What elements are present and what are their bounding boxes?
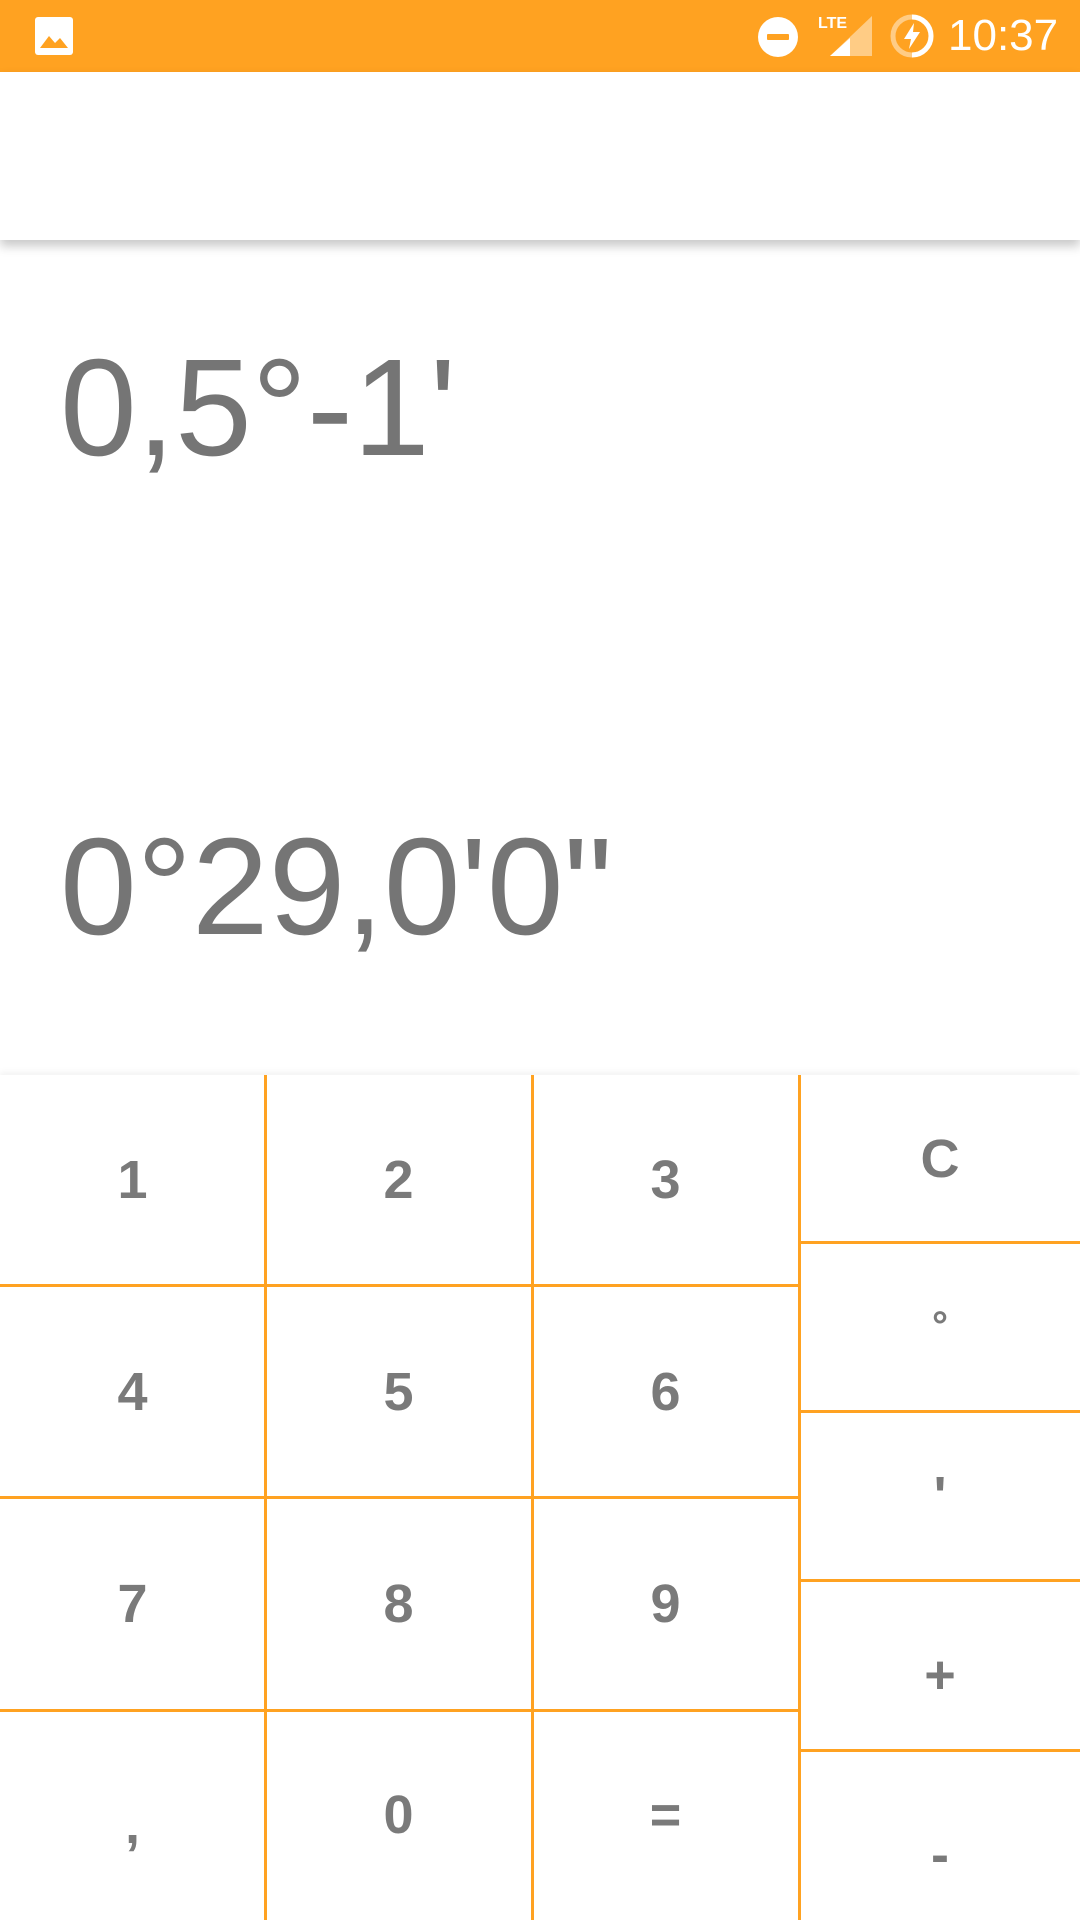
key-8[interactable]: 8 bbox=[265, 1498, 532, 1710]
key-clear[interactable]: C bbox=[800, 1075, 1080, 1242]
grid-divider bbox=[0, 1284, 798, 1287]
key-2[interactable]: 2 bbox=[265, 1075, 532, 1285]
app-bar bbox=[0, 72, 1080, 240]
grid-divider bbox=[800, 1749, 1080, 1752]
key-minus[interactable]: - bbox=[800, 1750, 1080, 1920]
key-minute[interactable]: ' bbox=[800, 1411, 1080, 1580]
key-3[interactable]: 3 bbox=[532, 1075, 799, 1285]
status-time: 10:37 bbox=[948, 11, 1059, 60]
key-plus[interactable]: + bbox=[800, 1580, 1080, 1750]
key-6[interactable]: 6 bbox=[532, 1285, 799, 1498]
key-5[interactable]: 5 bbox=[265, 1285, 532, 1498]
do-not-disturb-icon bbox=[758, 17, 798, 57]
result-text: 0°29,0'0" bbox=[60, 810, 613, 964]
key-4[interactable]: 4 bbox=[0, 1285, 265, 1498]
calculator-display: 0,5°-1' 0°29,0'0" bbox=[0, 240, 1080, 1075]
gallery-icon bbox=[35, 17, 73, 55]
expression-text: 0,5°-1' bbox=[60, 331, 457, 485]
grid-divider bbox=[800, 1410, 1080, 1413]
key-9[interactable]: 9 bbox=[532, 1498, 799, 1710]
key-1[interactable]: 1 bbox=[0, 1075, 265, 1285]
grid-divider bbox=[798, 1075, 801, 1920]
key-degree[interactable]: ° bbox=[800, 1242, 1080, 1411]
lte-signal-icon: LTE bbox=[818, 15, 872, 56]
grid-divider bbox=[800, 1241, 1080, 1244]
status-bar: LTE 10:37 bbox=[0, 0, 1080, 72]
key-comma[interactable]: , bbox=[0, 1710, 265, 1920]
network-label: LTE bbox=[818, 15, 847, 32]
key-equals[interactable]: = bbox=[532, 1710, 799, 1920]
battery-charging-icon bbox=[890, 14, 934, 58]
key-0[interactable]: 0 bbox=[265, 1710, 532, 1920]
grid-divider bbox=[800, 1579, 1080, 1582]
grid-divider bbox=[0, 1709, 798, 1712]
key-7[interactable]: 7 bbox=[0, 1498, 265, 1710]
keypad: 1 2 3 4 5 6 7 8 9 , 0 = C ° ' + - bbox=[0, 1075, 1080, 1920]
grid-divider bbox=[0, 1496, 798, 1499]
